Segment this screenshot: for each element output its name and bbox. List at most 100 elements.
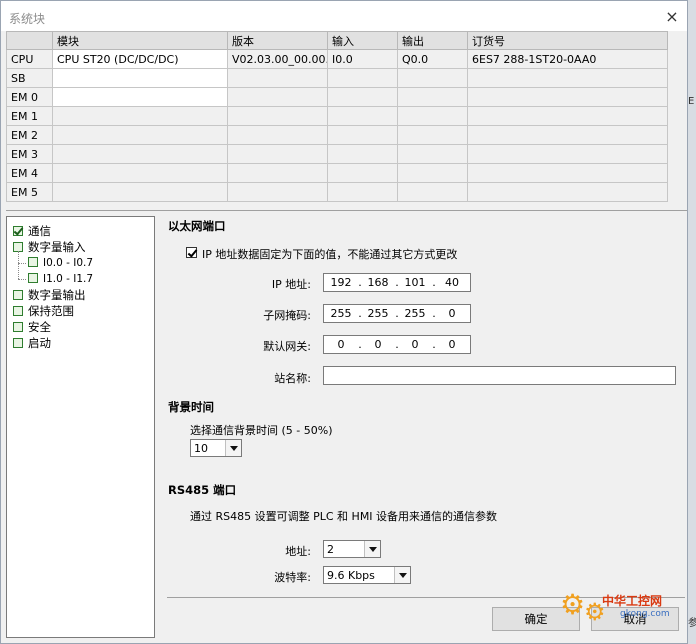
ip-octet: 168 xyxy=(367,276,389,289)
row-slot: SB xyxy=(6,68,53,88)
tree-item-label: I0.0 - I0.7 xyxy=(43,257,94,269)
cell-version xyxy=(227,87,328,107)
background-window-text: E xyxy=(688,96,695,107)
table-row[interactable]: EM 0 xyxy=(6,87,668,107)
column-header-version[interactable]: 版本 xyxy=(227,31,328,50)
ip-octet: 255 xyxy=(330,307,352,320)
window-title: 系统块 xyxy=(9,12,46,26)
cell-module[interactable]: CPU ST20 (DC/DC/DC) xyxy=(52,49,228,69)
ip-octet: 0 xyxy=(337,338,345,351)
cell-module[interactable] xyxy=(52,68,228,88)
column-header-module[interactable]: 模块 xyxy=(52,31,228,50)
tree-connector xyxy=(18,263,26,264)
cell-output xyxy=(397,106,468,126)
tree-item-digital-input[interactable]: 数字量输入 xyxy=(13,239,86,255)
ip-octet: 255 xyxy=(404,307,426,320)
cell-order-number xyxy=(467,87,668,107)
ip-address-label: IP 地址: xyxy=(271,278,311,291)
cell-version xyxy=(227,125,328,145)
table-row[interactable]: EM 1 xyxy=(6,106,668,126)
cell-module[interactable] xyxy=(52,144,228,164)
table-row[interactable]: EM 4 xyxy=(6,163,668,183)
tree-item-label: 通信 xyxy=(28,224,51,238)
baud-rate-select[interactable]: 9.6 Kbps xyxy=(323,566,411,584)
cell-output xyxy=(397,125,468,145)
table-row[interactable]: SB xyxy=(6,68,668,88)
tree-item-i1[interactable]: I1.0 - I1.7 xyxy=(28,271,93,287)
close-button[interactable]: × xyxy=(661,7,683,27)
table-row[interactable]: EM 3 xyxy=(6,144,668,164)
column-header-corner xyxy=(6,31,53,50)
cell-output: Q0.0 xyxy=(397,49,468,69)
tree-item-security[interactable]: 安全 xyxy=(13,319,51,335)
column-header-output[interactable]: 输出 xyxy=(397,31,468,50)
tree-item-label: 数字量输出 xyxy=(28,288,86,302)
cell-order-number xyxy=(467,182,668,202)
background-time-select[interactable]: 10 xyxy=(190,439,242,457)
cell-version xyxy=(227,68,328,88)
table-row[interactable]: EM 2 xyxy=(6,125,668,145)
checkbox-icon xyxy=(13,290,23,300)
station-name-input[interactable] xyxy=(323,366,676,385)
cell-order-number xyxy=(467,106,668,126)
tree-item-label: 启动 xyxy=(28,336,51,350)
chevron-down-icon[interactable] xyxy=(394,567,410,583)
cell-module[interactable] xyxy=(52,125,228,145)
rs485-address-label: 地址: xyxy=(285,545,311,558)
tree-item-startup[interactable]: 启动 xyxy=(13,335,51,351)
cell-module[interactable] xyxy=(52,87,228,107)
cell-version xyxy=(227,144,328,164)
cell-output xyxy=(397,87,468,107)
fixed-ip-checkbox[interactable] xyxy=(186,247,197,258)
tree-item-retentive-range[interactable]: 保持范围 xyxy=(13,303,74,319)
ip-address-input[interactable]: 192 . 168 . 101 . 40 xyxy=(323,273,471,292)
column-header-input[interactable]: 输入 xyxy=(327,31,398,50)
checkbox-icon xyxy=(28,273,38,283)
cell-version: V02.03.00_00.00... xyxy=(227,49,328,69)
cell-module[interactable] xyxy=(52,182,228,202)
cell-version xyxy=(227,106,328,126)
default-gateway-input[interactable]: 0 . 0 . 0 . 0 xyxy=(323,335,471,354)
cell-input xyxy=(327,125,398,145)
row-slot: EM 1 xyxy=(6,106,53,126)
tree-item-communication[interactable]: 通信 xyxy=(13,223,51,239)
rs485-section-title: RS485 端口 xyxy=(168,483,237,497)
checkbox-icon xyxy=(28,257,38,267)
system-block-dialog: 系统块 × 模块 版本 输入 输出 订货号 CPU CPU ST20 (DC/D… xyxy=(0,0,688,644)
checkbox-icon xyxy=(13,322,23,332)
cell-input xyxy=(327,106,398,126)
cell-output xyxy=(397,144,468,164)
table-row[interactable]: CPU CPU ST20 (DC/DC/DC) V02.03.00_00.00.… xyxy=(6,49,668,69)
cell-output xyxy=(397,163,468,183)
watermark-domain: gkong.com xyxy=(620,609,670,619)
watermark: ⚙ ⚙ 中华工控网 gkong.com xyxy=(560,588,686,638)
rs485-address-select[interactable]: 2 xyxy=(323,540,381,558)
subnet-mask-label: 子网掩码: xyxy=(263,309,311,322)
baud-rate-value: 9.6 Kbps xyxy=(327,569,375,582)
row-slot: CPU xyxy=(6,49,53,69)
cell-input xyxy=(327,68,398,88)
cell-order-number xyxy=(467,163,668,183)
chevron-down-icon[interactable] xyxy=(225,440,241,456)
module-table: 模块 版本 输入 输出 订货号 CPU CPU ST20 (DC/DC/DC) … xyxy=(6,31,668,202)
ip-octet: 0 xyxy=(448,307,456,320)
cell-module[interactable] xyxy=(52,163,228,183)
table-row[interactable]: EM 5 xyxy=(6,182,668,202)
tree-connector xyxy=(18,251,19,279)
baud-rate-label: 波特率: xyxy=(274,571,311,584)
background-window-text: 参 xyxy=(688,618,696,629)
tree-item-digital-output[interactable]: 数字量输出 xyxy=(13,287,86,303)
cell-input xyxy=(327,87,398,107)
ethernet-section-title: 以太网端口 xyxy=(168,219,226,233)
cell-order-number xyxy=(467,144,668,164)
tree-item-i0[interactable]: I0.0 - I0.7 xyxy=(28,255,93,271)
ip-octet: 0 xyxy=(374,338,382,351)
cell-module[interactable] xyxy=(52,106,228,126)
column-header-order-number[interactable]: 订货号 xyxy=(467,31,668,50)
subnet-mask-input[interactable]: 255 . 255 . 255 . 0 xyxy=(323,304,471,323)
tree-item-label: 数字量输入 xyxy=(28,240,86,254)
chevron-down-icon[interactable] xyxy=(364,541,380,557)
background-time-section-title: 背景时间 xyxy=(168,400,214,414)
tree-connector xyxy=(18,279,26,280)
tree-item-label: I1.0 - I1.7 xyxy=(43,273,94,285)
